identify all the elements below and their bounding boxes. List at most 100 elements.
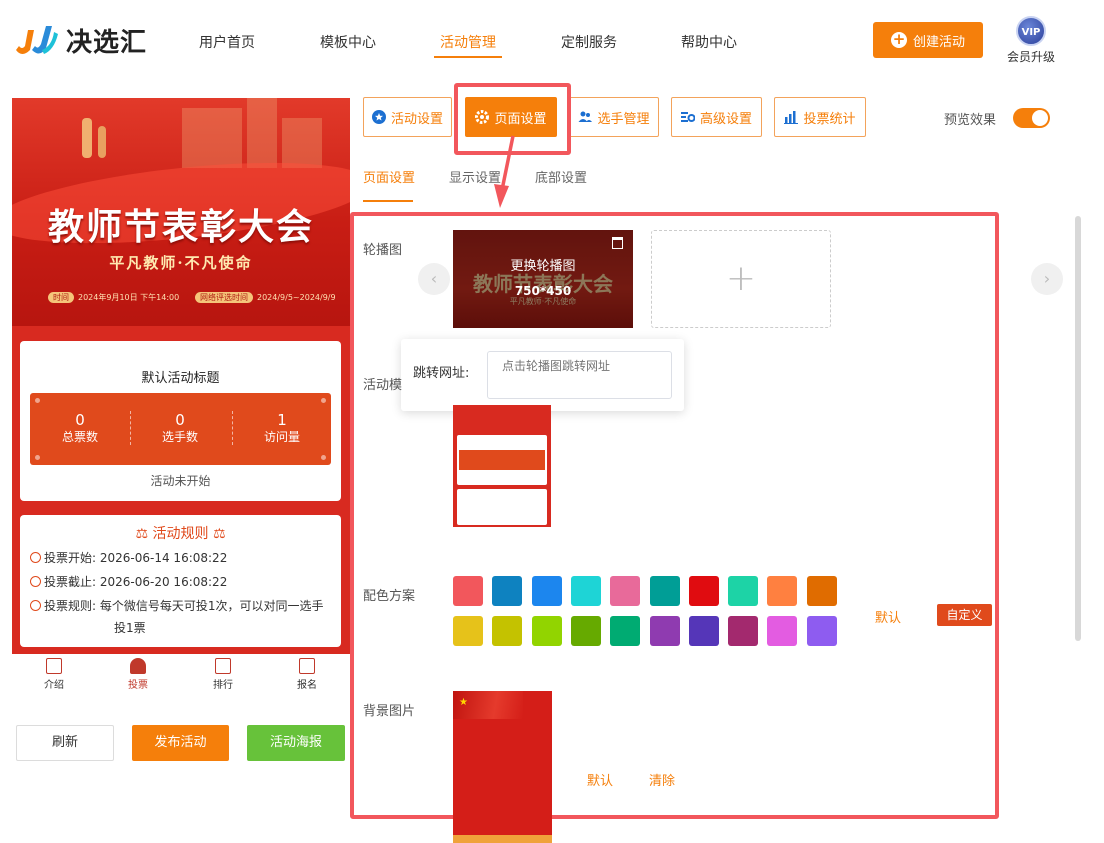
subtab-footer-settings[interactable]: 底部设置: [535, 167, 587, 186]
preview-tab-signup[interactable]: 报名: [282, 658, 332, 691]
color-swatch[interactable]: [492, 616, 523, 646]
clock-icon: [30, 576, 41, 587]
color-default-link[interactable]: 默认: [875, 607, 901, 626]
link-popover: 跳转网址:: [401, 339, 684, 411]
publish-button[interactable]: 发布活动: [132, 725, 229, 761]
gavel-icon: ⚖: [135, 526, 153, 542]
color-swatch[interactable]: [728, 576, 759, 606]
color-swatch[interactable]: [728, 616, 759, 646]
activity-status: 活动未开始: [150, 474, 211, 488]
link-url-input[interactable]: [487, 351, 672, 399]
carousel-next-icon[interactable]: ›: [1031, 263, 1063, 295]
plus-icon: +: [890, 30, 907, 48]
rules-title: ⚖ 活动规则 ⚖: [135, 526, 226, 542]
color-swatch[interactable]: [767, 576, 798, 606]
logo-icon: [12, 20, 60, 60]
banner-time: 时间 2024年9月10日 下午14:00: [48, 292, 179, 303]
add-carousel-button[interactable]: +: [651, 230, 831, 328]
preview-tab-vote[interactable]: 投票: [113, 658, 163, 691]
preview-tabbar: 介绍 投票 排行 报名: [12, 654, 350, 698]
background-clear-link[interactable]: 清除: [649, 770, 675, 789]
carousel-image[interactable]: 教师节表彰大会 平凡教师·不凡使命 更换轮播图 750*450: [453, 230, 633, 328]
template-thumbnail[interactable]: [453, 405, 551, 540]
preview-tab-ranking[interactable]: 排行: [198, 658, 248, 691]
tab-activity-settings[interactable]: 活动设置: [363, 97, 452, 137]
nav-templates[interactable]: 模板中心: [320, 32, 376, 52]
banner-subtitle: 平凡教师·不凡使命: [109, 254, 253, 272]
chart-icon: [784, 111, 799, 124]
nav-home[interactable]: 用户首页: [199, 32, 255, 52]
rule-vote-end: 投票截止: 2026-06-20 16:08:22: [30, 573, 227, 590]
poster-button[interactable]: 活动海报: [247, 725, 345, 761]
refresh-button[interactable]: 刷新: [16, 725, 114, 761]
gavel-icon: ⚖: [208, 526, 226, 542]
create-activity-label: 创建活动: [912, 34, 965, 50]
logo-text: 决选汇: [66, 27, 148, 58]
color-swatch[interactable]: [453, 616, 483, 646]
subtab-page-settings[interactable]: 页面设置: [363, 167, 415, 186]
banner-vote-time: 网络评选时间 2024/9/5~2024/9/9: [195, 292, 336, 303]
color-swatch[interactable]: [767, 616, 798, 646]
advanced-icon: [680, 112, 695, 122]
color-swatch[interactable]: [688, 616, 719, 646]
mobile-preview: 教师节表彰大会 平凡教师·不凡使命 时间 2024年9月10日 下午14:00 网…: [12, 98, 350, 654]
background-default-link[interactable]: 默认: [587, 770, 613, 789]
stat-visits: 1 访问量: [263, 411, 300, 444]
color-swatch[interactable]: [610, 576, 641, 606]
star-icon: [371, 110, 386, 124]
users-icon: [578, 111, 593, 122]
subtab-display-settings[interactable]: 显示设置: [449, 167, 501, 186]
replace-carousel-text[interactable]: 更换轮播图: [453, 255, 633, 274]
color-swatch[interactable]: [570, 616, 601, 646]
rule-vote-policy-cont: 投1票: [114, 621, 146, 635]
figure-icon: [82, 118, 92, 158]
color-swatch[interactable]: [453, 576, 483, 606]
rules-card: ⚖ 活动规则 ⚖ 投票开始: 2026-06-14 16:08:22 投票截止:…: [20, 515, 341, 647]
rule-vote-policy: 投票规则: 每个微信号每天可投1次，可以对同一选手: [30, 597, 324, 614]
color-custom-button[interactable]: 自定义: [937, 604, 992, 626]
color-swatch[interactable]: [531, 616, 562, 646]
template-label: 活动模: [363, 378, 403, 393]
user-icon: [130, 658, 146, 674]
color-swatch[interactable]: [806, 576, 837, 606]
nav-help[interactable]: 帮助中心: [681, 32, 737, 52]
create-activity-button[interactable]: + 创建活动: [873, 22, 983, 58]
preview-toggle[interactable]: [1013, 108, 1050, 128]
trash-icon[interactable]: [612, 237, 623, 249]
color-swatch[interactable]: [649, 616, 680, 646]
color-swatch[interactable]: [492, 576, 523, 606]
color-swatch[interactable]: [531, 576, 562, 606]
color-scheme-label: 配色方案: [363, 589, 416, 604]
vip-badge-icon: VIP: [1016, 16, 1046, 46]
background-label: 背景图片: [363, 704, 416, 719]
subtab-active-indicator: [363, 200, 413, 202]
stat-total-votes: 0 总票数: [61, 411, 98, 444]
star-icon: ★: [459, 697, 468, 708]
carousel-label: 轮播图: [363, 243, 403, 258]
nav-activity-management[interactable]: 活动管理: [440, 32, 496, 52]
rule-vote-start: 投票开始: 2026-06-14 16:08:22: [30, 549, 227, 566]
background-image[interactable]: ★: [453, 691, 552, 843]
tab-vote-statistics[interactable]: 投票统计: [774, 97, 866, 137]
preview-banner: 教师节表彰大会 平凡教师·不凡使命 时间 2024年9月10日 下午14:00 网…: [12, 98, 350, 326]
tab-contestant-management[interactable]: 选手管理: [569, 97, 659, 137]
preview-effect-label: 预览效果: [944, 113, 997, 128]
activity-card: 默认活动标题 0 总票数 0 选手数 1 访问量 活动未开始: [20, 341, 341, 501]
color-swatch[interactable]: [806, 616, 837, 646]
vip-upgrade[interactable]: VIP 会员升级: [1004, 16, 1058, 65]
info-icon: [30, 600, 41, 611]
color-swatch[interactable]: [649, 576, 680, 606]
intro-icon: [46, 658, 62, 674]
scrollbar[interactable]: [1075, 216, 1081, 641]
carousel-prev-icon[interactable]: ‹: [418, 263, 450, 295]
logo[interactable]: 决选汇: [12, 20, 147, 60]
signup-icon: [299, 658, 315, 674]
color-swatch[interactable]: [570, 576, 601, 606]
top-header: 决选汇 用户首页 模板中心 活动管理 定制服务 帮助中心 + 创建活动 VIP …: [0, 0, 1104, 82]
color-swatch[interactable]: [688, 576, 719, 606]
color-swatch[interactable]: [610, 616, 641, 646]
preview-tab-intro[interactable]: 介绍: [29, 658, 79, 691]
activity-title: 默认活动标题: [141, 371, 220, 386]
tab-advanced-settings[interactable]: 高级设置: [671, 97, 762, 137]
nav-custom-service[interactable]: 定制服务: [561, 32, 617, 52]
